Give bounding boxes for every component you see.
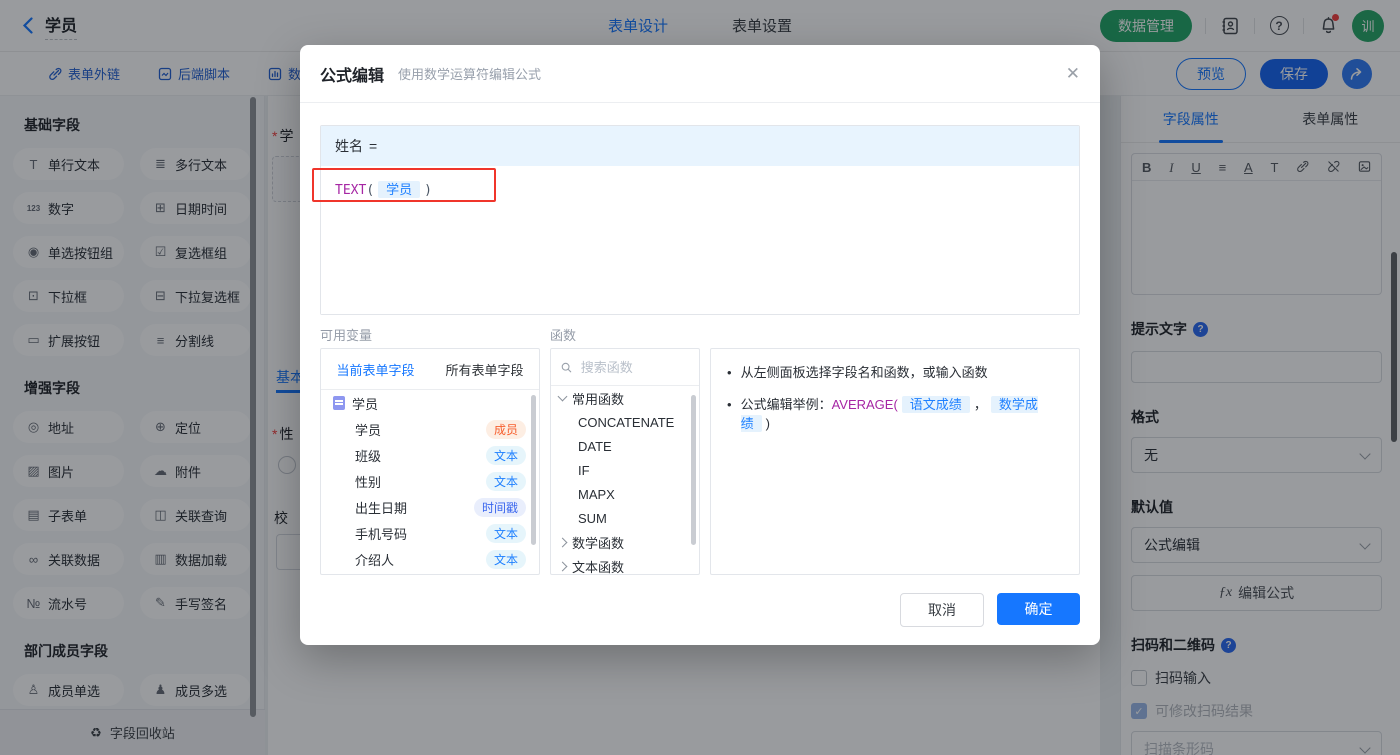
tab-current-form-fields[interactable]: 当前表单字段 (321, 349, 430, 389)
variables-root-label: 学员 (352, 396, 379, 412)
formula-variable-chip[interactable]: 学员 (378, 181, 421, 198)
formula-target-field: 姓名 (335, 138, 363, 154)
formula-target-bar: 姓名 = (321, 126, 1079, 166)
formula-edit-modal: 公式编辑 使用数学运算符编辑公式 ✕ 姓名 = TEXT(学员) 可用变量 函数… (300, 45, 1100, 645)
variable-row[interactable]: 出生日期 时间戳 (321, 494, 539, 520)
cancel-button[interactable]: 取消 (900, 593, 984, 627)
formula-function-name: TEXT (335, 183, 367, 198)
variable-type-badge: 时间戳 (473, 497, 526, 517)
modal-header: 公式编辑 使用数学运算符编辑公式 ✕ (300, 45, 1100, 103)
function-item-date[interactable]: DATE (551, 434, 699, 458)
chevron-right-icon (557, 537, 568, 547)
function-group-math[interactable]: 数学函数 (551, 530, 699, 554)
bullet-icon: • (727, 365, 732, 380)
variable-name: 班级 (355, 448, 382, 464)
variable-type-badge: 文本 (485, 471, 526, 491)
variables-panel: 当前表单字段 所有表单字段 学员 学员 成员 班级 文本 性别 文本 出生日期 … (320, 348, 540, 575)
function-item-if[interactable]: IF (551, 458, 699, 482)
function-item-concatenate[interactable]: CONCATENATE (551, 410, 699, 434)
function-group-text[interactable]: 文本函数 (551, 554, 699, 575)
function-group-label: 常用函数 (572, 391, 625, 407)
help-text-2: 公式编辑举例：AVERAGE(语文成绩，数学成绩) (740, 395, 1063, 433)
variable-row[interactable]: 学员 成员 (321, 416, 539, 442)
chevron-down-icon (557, 391, 568, 402)
formula-paren-open: ( (366, 183, 375, 198)
variable-row[interactable]: 手机号码 文本 (321, 520, 539, 546)
form-doc-icon (333, 396, 345, 410)
function-group-label: 文本函数 (572, 559, 625, 575)
close-icon[interactable]: ✕ (1066, 64, 1080, 84)
function-item-sum[interactable]: SUM (551, 506, 699, 530)
search-icon (561, 362, 572, 372)
help-line-1: • 从左侧面板选择字段名和函数，或输入函数 (727, 363, 1063, 382)
variable-row[interactable]: 介绍人 文本 (321, 546, 539, 572)
variable-name: 出生日期 (355, 500, 408, 516)
tab-all-form-fields[interactable]: 所有表单字段 (430, 349, 539, 389)
variable-type-badge: 文本 (485, 523, 526, 543)
formula-equals: = (369, 138, 378, 154)
function-search (551, 349, 699, 386)
bullet-icon: • (727, 397, 732, 412)
help-example-prefix: 公式编辑举例： (740, 397, 832, 412)
variable-name: 学员 (355, 422, 382, 438)
variable-type-badge: 成员 (485, 419, 526, 439)
help-line-2: • 公式编辑举例：AVERAGE(语文成绩，数学成绩) (727, 395, 1063, 433)
function-search-input[interactable] (578, 358, 689, 376)
variables-root-row[interactable]: 学员 (321, 390, 539, 416)
help-text-1: 从左侧面板选择字段名和函数，或输入函数 (740, 365, 988, 380)
variable-name: 介绍人 (355, 552, 395, 568)
functions-panel: 常用函数 CONCATENATE DATE IF MAPX SUM 数学函数 文… (550, 348, 700, 575)
chevron-right-icon (557, 561, 568, 571)
variable-name: 手机号码 (355, 526, 408, 542)
variables-label: 可用变量 (320, 328, 373, 343)
variable-row[interactable]: 性别 文本 (321, 468, 539, 494)
help-example-function: AVERAGE( (831, 397, 898, 412)
help-panel: • 从左侧面板选择字段名和函数，或输入函数 • 公式编辑举例：AVERAGE(语… (710, 348, 1080, 575)
function-item-mapx[interactable]: MAPX (551, 482, 699, 506)
variable-type-badge: 文本 (485, 445, 526, 465)
variable-row[interactable]: 班级 文本 (321, 442, 539, 468)
modal-subtitle: 使用数学运算符编辑公式 (398, 67, 542, 82)
formula-paren-close: ) (424, 183, 432, 198)
variables-tabs: 当前表单字段 所有表单字段 (321, 349, 539, 390)
function-group-common[interactable]: 常用函数 (551, 386, 699, 410)
functions-label: 函数 (550, 328, 577, 343)
help-example-comma: ， (973, 397, 987, 412)
variable-type-badge: 文本 (485, 549, 526, 569)
modal-title: 公式编辑 (320, 67, 385, 85)
function-group-label: 数学函数 (572, 535, 625, 551)
confirm-button[interactable]: 确定 (997, 593, 1080, 625)
help-example-arg1-chip: 语文成绩 (901, 396, 970, 413)
functions-scrollbar[interactable] (691, 395, 696, 545)
variables-scrollbar[interactable] (531, 395, 536, 545)
formula-input-area[interactable]: TEXT(学员) (321, 166, 1079, 314)
formula-editor[interactable]: 姓名 = TEXT(学员) (320, 125, 1080, 315)
variable-name: 性别 (355, 474, 382, 490)
help-example-close: ) (765, 416, 770, 431)
app-window: 学员 表单设计 表单设置 数据管理 ? 训 表单外链 后端脚本 预览 保存 基础… (0, 0, 1400, 755)
